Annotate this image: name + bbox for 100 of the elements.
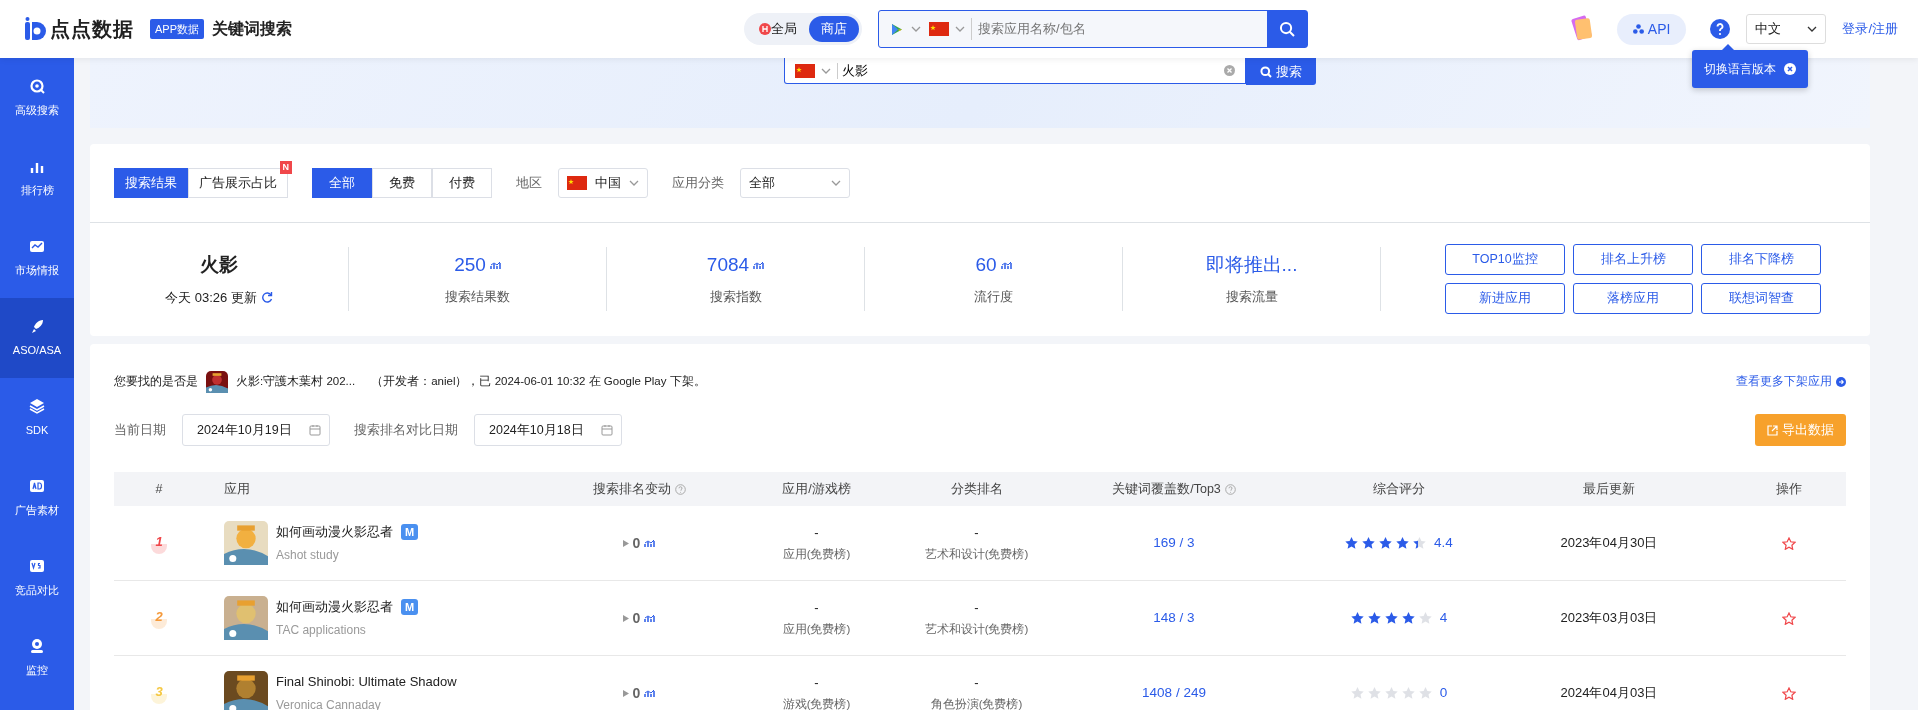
star-icon (1384, 612, 1398, 624)
action-button[interactable]: 联想词智查 (1701, 283, 1821, 314)
date-field[interactable]: 2024年10月19日 (182, 414, 330, 446)
notice-text: 您要找的是否是 (114, 373, 198, 389)
list-name: 应用(免费榜) (782, 547, 851, 563)
language-select[interactable]: 中文 (1746, 14, 1827, 44)
price-tab[interactable]: 免费 (372, 168, 432, 198)
stat-label: 搜索指数 (709, 288, 762, 306)
search-field[interactable]: 搜索应用名称/包名 (971, 18, 1267, 40)
star-icon (1350, 612, 1364, 624)
chart-icon[interactable] (644, 688, 656, 698)
keyword-count[interactable]: 148 / 3 (1153, 607, 1195, 629)
page-title: 关键词搜索 (212, 19, 292, 39)
keyword-count[interactable]: 1408 / 249 (1142, 682, 1206, 704)
star-icon (1367, 612, 1381, 624)
sidebar-item[interactable]: 市场情报 (0, 218, 74, 298)
caret-icon (821, 67, 831, 74)
action-button[interactable]: 落榜应用 (1573, 283, 1693, 314)
app-name[interactable]: Final Shinobi: Ultimate Shadow (276, 672, 457, 692)
help-icon (1224, 483, 1236, 495)
api-button[interactable]: API (1616, 13, 1687, 45)
developer-name: TAC applications (276, 621, 367, 639)
refresh-icon[interactable] (260, 291, 273, 304)
region-select[interactable]: 中国 (558, 168, 648, 198)
close-icon[interactable] (1784, 63, 1796, 75)
arrow-icon (1836, 376, 1846, 387)
nav-icon (29, 557, 45, 574)
favorite-star-icon[interactable] (1782, 686, 1796, 700)
app-name[interactable]: 如何画动漫火影忍者 (276, 597, 393, 617)
stat-value: 250 (454, 253, 486, 278)
sidebar-item[interactable]: 排行榜 (0, 138, 74, 218)
column-header: 分类排名 (950, 480, 1003, 498)
app-link[interactable]: 火影:守護木葉村 202... (236, 372, 356, 391)
action-button[interactable]: 排名上升榜 (1573, 244, 1693, 275)
category-select[interactable]: 全部 (740, 168, 850, 198)
stat-label: 搜索结果数 (445, 288, 510, 306)
logo-text: 点点数据 (50, 17, 134, 42)
calendar-icon (309, 424, 321, 436)
sidebar-item[interactable]: 广告素材 (0, 458, 74, 538)
star-icon (1396, 537, 1410, 549)
nav-icon (29, 637, 45, 654)
action-button[interactable]: TOP10监控 (1445, 244, 1565, 275)
favorite-star-icon[interactable] (1782, 611, 1796, 625)
favorite-star-icon[interactable] (1782, 536, 1796, 550)
sidebar-item[interactable]: 高级搜索 (0, 58, 74, 138)
star-icon (1413, 537, 1427, 549)
rank-value: - (974, 673, 979, 692)
rating-value: 4.4 (1434, 533, 1453, 552)
date-label: 当前日期 (114, 421, 166, 439)
developer-name: Ashot study (276, 546, 340, 564)
keyword-count[interactable]: 169 / 3 (1153, 532, 1195, 554)
stat-value: 60 (975, 253, 997, 278)
stat-label: 搜索流量 (1225, 288, 1278, 306)
caret-icon (1807, 26, 1818, 32)
rank-value: - (974, 523, 979, 542)
play-store-icon (891, 22, 903, 36)
keyword-title: 火影 (200, 253, 238, 277)
chart-icon[interactable] (644, 538, 656, 548)
date-field[interactable]: 2024年10月18日 (474, 414, 622, 446)
list-name: 游戏(免费榜) (782, 697, 851, 710)
app-name[interactable]: 如何画动漫火影忍者 (276, 522, 393, 542)
new-badge: N (279, 161, 292, 174)
chart-icon[interactable] (489, 261, 501, 271)
chart-icon[interactable] (753, 261, 765, 271)
sidebar-item[interactable]: ASO/ASA (0, 298, 74, 378)
price-tab[interactable]: 全部 (312, 168, 372, 198)
caret-icon (955, 26, 965, 32)
search-button[interactable]: 搜索 (1246, 58, 1316, 85)
scope-toggle[interactable]: 全局 (747, 16, 809, 42)
date-label: 搜索排名对比日期 (354, 421, 458, 439)
star-icon (1401, 612, 1415, 624)
chart-icon[interactable] (1000, 261, 1012, 271)
rank-change: 0 (632, 608, 641, 628)
update-date: 2023年03月03日 (1560, 609, 1658, 628)
help-icon (674, 483, 686, 495)
column-header: 关键词覆盖数/Top3 (1112, 480, 1221, 498)
more-link[interactable]: 查看更多下架应用 (1736, 372, 1846, 391)
chart-icon[interactable] (644, 613, 656, 623)
result-tab[interactable]: 搜索结果 (114, 168, 188, 198)
keyword-search-bar[interactable]: 火影 (784, 58, 1246, 84)
price-tab[interactable]: 付费 (432, 168, 492, 198)
stat-value: 7084 (706, 253, 750, 278)
sidebar-item[interactable]: 竞品对比 (0, 538, 74, 618)
search-button[interactable] (1267, 11, 1307, 47)
hot-icon (759, 23, 771, 35)
star-icon (1345, 537, 1359, 549)
login-link[interactable]: 登录/注册 (1842, 19, 1898, 39)
action-button[interactable]: 排名下降榜 (1701, 244, 1821, 275)
play-icon (622, 689, 629, 697)
search-bar[interactable]: 搜索应用名称/包名 (878, 10, 1308, 48)
column-header: 应用 (224, 480, 250, 498)
sidebar-item[interactable]: SDK (0, 378, 74, 458)
star-icon (1418, 687, 1432, 699)
scope-toggle[interactable]: 商店 (809, 16, 859, 42)
help-icon[interactable] (1710, 19, 1731, 39)
calendar-icon (601, 424, 613, 436)
sidebar-item[interactable]: 监控 (0, 618, 74, 698)
star-icon (1362, 537, 1376, 549)
column-header: 搜索排名变动 (592, 480, 671, 498)
action-button[interactable]: 新进应用 (1445, 283, 1565, 314)
